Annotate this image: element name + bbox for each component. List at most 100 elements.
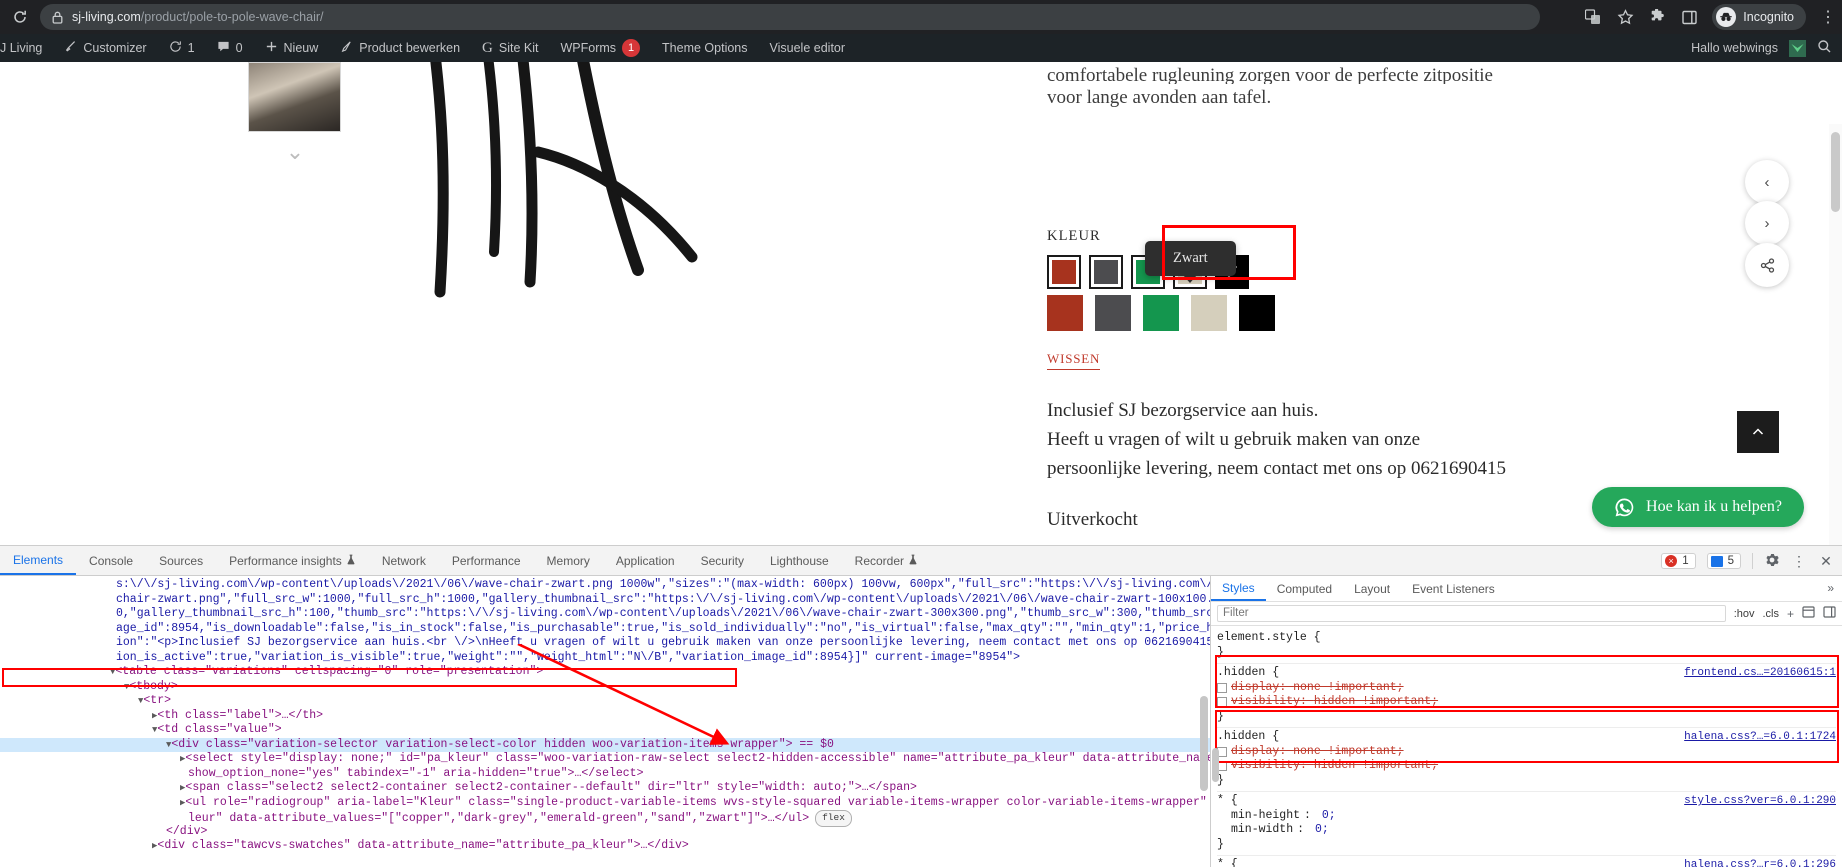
adminbar-item-visual-editor[interactable]: Visuele editor <box>759 34 857 62</box>
page-scrollbar-thumb[interactable] <box>1831 132 1840 212</box>
css-property-row[interactable]: display: none !important; <box>1217 681 1836 696</box>
css-property-row[interactable]: visibility: hidden !important; <box>1217 695 1836 710</box>
adminbar-item-customizer[interactable]: Customizer <box>53 34 157 62</box>
side-panel-icon[interactable] <box>1680 8 1698 26</box>
elements-dom-tree[interactable]: s:\/\/sj-living.com\/wp-content\/uploads… <box>0 576 1210 867</box>
adminbar-greeting[interactable]: Hallo webwings <box>1691 41 1778 55</box>
css-property-row[interactable]: visibility: hidden !important; <box>1217 759 1836 774</box>
css-source-link[interactable]: halena.css?…r=6.0.1:296 <box>1684 858 1836 867</box>
tab-recorder[interactable]: Recorder <box>842 546 931 575</box>
adminbar-item-theme-options[interactable]: Theme Options <box>651 34 758 62</box>
comment-icon <box>217 40 230 56</box>
new-style-rule-icon[interactable]: + <box>1787 607 1794 621</box>
adminbar-label: Customizer <box>83 41 147 55</box>
styles-filter-input[interactable]: Filter <box>1217 605 1726 622</box>
css-property-row[interactable]: min-height: 0; <box>1217 809 1836 824</box>
css-rule-hidden-halena: .hidden { halena.css?…=6.0.1:1724 displa… <box>1217 728 1836 792</box>
tab-console[interactable]: Console <box>76 546 146 575</box>
info-line-3: persoonlijke levering, neem contact met … <box>1047 458 1507 479</box>
tab-event-listeners[interactable]: Event Listeners <box>1401 576 1506 601</box>
close-icon[interactable]: ✕ <box>1818 553 1834 570</box>
more-tabs-icon[interactable]: » <box>1827 581 1834 595</box>
dom-scrollbar-thumb[interactable] <box>1200 696 1208 791</box>
property-checkbox[interactable] <box>1217 682 1227 693</box>
message-count-badge[interactable]: 5 <box>1706 553 1741 569</box>
whatsapp-chat-button[interactable]: Hoe kan ik u helpen? <box>1592 487 1804 527</box>
scroll-to-top-button[interactable] <box>1737 411 1779 453</box>
incognito-icon <box>1716 7 1737 27</box>
property-checkbox[interactable] <box>1217 697 1227 707</box>
plain-swatch-sand[interactable] <box>1191 295 1227 331</box>
tab-network[interactable]: Network <box>369 546 439 575</box>
share-icon <box>1760 257 1774 273</box>
translate-icon[interactable] <box>1584 8 1602 26</box>
css-property-row[interactable]: display: none !important; <box>1217 745 1836 760</box>
adminbar-item-wpforms[interactable]: WPForms 1 <box>549 34 651 62</box>
kebab-menu-icon[interactable]: ⋮ <box>1820 7 1836 27</box>
beaker-icon <box>908 554 918 568</box>
tab-elements[interactable]: Elements <box>0 546 77 575</box>
styles-scrollbar-thumb[interactable] <box>1212 748 1219 782</box>
error-count-badge[interactable]: × 1 <box>1661 553 1696 569</box>
next-product-button[interactable]: › <box>1745 201 1789 245</box>
kebab-menu-icon[interactable]: ⋮ <box>1791 553 1807 570</box>
css-property-name: display <box>1231 744 1280 758</box>
css-selector[interactable]: .hidden { <box>1217 730 1279 745</box>
tab-performance[interactable]: Performance <box>439 546 534 575</box>
tab-sources[interactable]: Sources <box>146 546 216 575</box>
incognito-indicator[interactable]: Incognito <box>1712 4 1806 30</box>
tab-lighthouse[interactable]: Lighthouse <box>757 546 842 575</box>
swatch-dark-grey[interactable] <box>1089 255 1123 289</box>
computed-sidebar-icon[interactable] <box>1802 606 1815 621</box>
css-selector[interactable]: * { <box>1217 858 1238 867</box>
product-gallery-thumbnail[interactable] <box>248 62 341 132</box>
tab-layout[interactable]: Layout <box>1343 576 1401 601</box>
adminbar-item-comments[interactable]: 0 <box>206 34 254 62</box>
adminbar-item-new[interactable]: Nieuw <box>254 34 330 62</box>
tab-memory[interactable]: Memory <box>534 546 603 575</box>
plain-swatch-dark-grey[interactable] <box>1095 295 1131 331</box>
plain-swatch-emerald-green[interactable] <box>1143 295 1179 331</box>
css-selector[interactable]: .hidden { <box>1217 666 1279 681</box>
styles-tab-bar: Styles Computed Layout Event Listeners » <box>1211 576 1842 602</box>
css-source-link[interactable]: frontend.cs…=20160615:1 <box>1684 666 1836 681</box>
dom-node-selected-div[interactable]: <div class="variation-selector variation… <box>171 738 834 751</box>
reload-icon[interactable] <box>6 3 34 31</box>
clear-selection-link[interactable]: WISSEN <box>1047 351 1101 370</box>
adminbar-item-edit-product[interactable]: Product bewerken <box>329 34 471 62</box>
css-source-link[interactable]: halena.css?…=6.0.1:1724 <box>1684 730 1836 745</box>
styles-rule-list[interactable]: element.style { } .hidden { frontend.cs…… <box>1211 626 1842 867</box>
tab-label: Sources <box>159 553 204 568</box>
chevron-left-icon: ‹ <box>1764 173 1770 191</box>
puzzle-icon[interactable] <box>1648 8 1666 26</box>
tab-security[interactable]: Security <box>688 546 757 575</box>
avatar[interactable] <box>1789 39 1806 57</box>
star-icon[interactable] <box>1616 8 1634 26</box>
tab-application[interactable]: Application <box>603 546 688 575</box>
toggle-sidebar-icon[interactable] <box>1823 606 1836 621</box>
plain-swatch-copper[interactable] <box>1047 295 1083 331</box>
adminbar-item-site-kit[interactable]: G Site Kit <box>471 34 549 62</box>
search-icon[interactable] <box>1817 39 1832 57</box>
tab-styles[interactable]: Styles <box>1211 576 1266 601</box>
css-property-row[interactable]: min-width: 0; <box>1217 823 1836 838</box>
share-button[interactable] <box>1745 243 1789 287</box>
css-property-name: display <box>1231 680 1280 694</box>
plain-swatch-zwart[interactable] <box>1239 295 1275 331</box>
css-selector[interactable]: * { <box>1217 794 1238 809</box>
gallery-next-chevron-icon[interactable]: ⌄ <box>280 141 310 164</box>
css-source-link[interactable]: style.css?ver=6.0.1:290 <box>1684 794 1836 809</box>
gear-icon[interactable] <box>1764 553 1780 570</box>
tab-computed[interactable]: Computed <box>1266 576 1343 601</box>
prev-product-button[interactable]: ‹ <box>1745 160 1789 204</box>
cls-toggle[interactable]: .cls <box>1762 608 1779 620</box>
address-bar[interactable]: sj-living.com/product/pole-to-pole-wave-… <box>40 4 1540 30</box>
dom-node-ul-line1: <ul role="radiogroup" aria-label="Kleur"… <box>185 795 1207 809</box>
adminbar-item-site[interactable]: J Living <box>0 34 53 62</box>
swatch-copper[interactable] <box>1047 255 1081 289</box>
flex-badge[interactable]: flex <box>815 810 852 827</box>
adminbar-item-updates[interactable]: 1 <box>158 34 206 62</box>
hov-toggle[interactable]: :hov <box>1734 608 1755 620</box>
tab-performance-insights[interactable]: Performance insights <box>216 546 369 575</box>
css-selector[interactable]: element.style { <box>1217 631 1321 646</box>
